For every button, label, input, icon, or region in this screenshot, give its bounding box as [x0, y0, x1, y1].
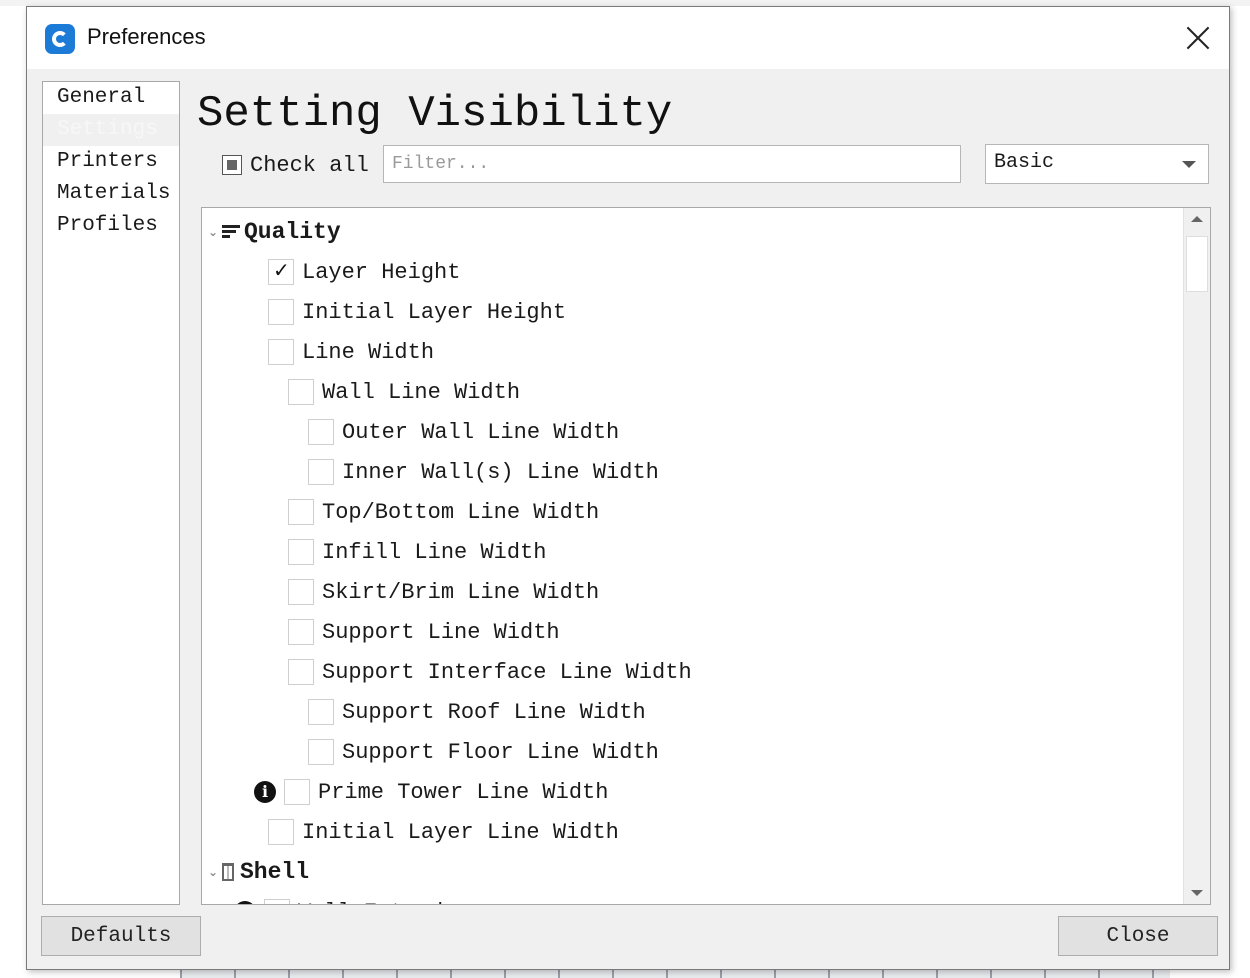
setting-label: Line Width	[302, 339, 435, 365]
setting-checkbox[interactable]	[308, 419, 334, 445]
page-title: Setting Visibility	[197, 89, 673, 139]
nav-item-general[interactable]: General	[43, 82, 179, 114]
setting-label: Inner Wall(s) Line Width	[342, 459, 659, 485]
preferences-dialog: Preferences General Settings Printers Ma…	[26, 6, 1230, 970]
window-title: Preferences	[87, 24, 206, 49]
setting-row[interactable]: Support Line Width	[288, 612, 560, 652]
category-label: Quality	[244, 219, 341, 245]
setting-row[interactable]: Support Interface Line Width	[288, 652, 692, 692]
setting-row[interactable]: Support Roof Line Width	[308, 692, 646, 732]
setting-label: Support Floor Line Width	[342, 739, 659, 765]
setting-row[interactable]: Infill Line Width	[288, 532, 546, 572]
close-window-icon[interactable]	[1181, 21, 1215, 55]
setting-label: Infill Line Width	[322, 539, 547, 565]
preset-selected-value: Basic	[994, 151, 1055, 174]
setting-row[interactable]: Layer Height	[268, 252, 460, 292]
setting-label: Outer Wall Line Width	[342, 419, 620, 445]
setting-label: Wall Extruder	[298, 900, 470, 905]
chevron-down-icon[interactable]: ⌄	[208, 225, 220, 239]
setting-row[interactable]: Initial Layer Line Width	[268, 812, 619, 852]
setting-label: Support Interface Line Width	[322, 659, 692, 685]
visibility-preset-dropdown[interactable]: Basic	[985, 144, 1209, 184]
setting-row[interactable]: Line Width	[268, 332, 434, 372]
preferences-nav: General Settings Printers Materials Prof…	[42, 81, 180, 905]
setting-row[interactable]: Outer Wall Line Width	[308, 412, 619, 452]
info-icon[interactable]: i	[234, 901, 256, 904]
setting-checkbox[interactable]	[268, 819, 294, 845]
setting-row[interactable]: Wall Line Width	[288, 372, 520, 412]
nav-item-profiles[interactable]: Profiles	[43, 210, 179, 242]
info-icon[interactable]: i	[254, 781, 276, 803]
category-label: Shell	[240, 859, 310, 885]
check-all-label: Check all	[250, 152, 369, 178]
setting-row[interactable]: Skirt/Brim Line Width	[288, 572, 599, 612]
check-all-checkbox[interactable]: Check all	[222, 149, 369, 181]
setting-row[interactable]: i Wall Extruder	[234, 892, 470, 905]
setting-label: Wall Line Width	[322, 379, 521, 405]
setting-label: Skirt/Brim Line Width	[322, 579, 600, 605]
setting-checkbox[interactable]	[264, 899, 290, 904]
setting-row[interactable]: Top/Bottom Line Width	[288, 492, 599, 532]
category-shell[interactable]: ⌄ Shell	[208, 852, 309, 892]
setting-label: Initial Layer Height	[302, 299, 567, 325]
scroll-down-icon[interactable]	[1184, 880, 1210, 904]
setting-label: Support Line Width	[322, 619, 560, 645]
setting-row[interactable]: i Prime Tower Line Width	[254, 772, 608, 812]
setting-checkbox[interactable]	[268, 299, 294, 325]
nav-item-printers[interactable]: Printers	[43, 146, 179, 178]
vertical-scrollbar[interactable]	[1183, 208, 1210, 904]
setting-checkbox[interactable]	[268, 339, 294, 365]
settings-tree: ⌄ Quality Layer Height Initial Layer Height…	[201, 207, 1211, 905]
setting-checkbox[interactable]	[288, 619, 314, 645]
setting-row[interactable]: Inner Wall(s) Line Width	[308, 452, 659, 492]
setting-checkbox[interactable]	[268, 258, 294, 285]
setting-checkbox[interactable]	[288, 659, 314, 685]
nav-item-materials[interactable]: Materials	[43, 178, 179, 210]
category-quality[interactable]: ⌄ Quality	[208, 212, 341, 252]
filter-input[interactable]	[383, 145, 961, 183]
setting-checkbox[interactable]	[288, 379, 314, 405]
setting-checkbox[interactable]	[308, 699, 334, 725]
chevron-down-icon[interactable]: ⌄	[208, 865, 220, 879]
setting-row[interactable]: Support Floor Line Width	[308, 732, 659, 772]
setting-checkbox[interactable]	[284, 779, 310, 805]
nav-item-settings[interactable]: Settings	[43, 114, 179, 146]
scroll-up-icon[interactable]	[1184, 208, 1210, 232]
defaults-button[interactable]: Defaults	[41, 916, 201, 956]
setting-row[interactable]: Initial Layer Height	[268, 292, 566, 332]
app-logo-icon	[45, 24, 75, 54]
setting-checkbox[interactable]	[288, 579, 314, 605]
setting-checkbox[interactable]	[288, 539, 314, 565]
setting-label: Support Roof Line Width	[342, 699, 646, 725]
quality-icon	[222, 225, 240, 239]
setting-label: Initial Layer Line Width	[302, 819, 619, 845]
setting-label: Layer Height	[302, 259, 461, 285]
setting-checkbox[interactable]	[288, 499, 314, 525]
chevron-down-icon	[1182, 161, 1196, 168]
close-button[interactable]: Close	[1058, 916, 1218, 956]
title-bar[interactable]: Preferences	[27, 7, 1229, 69]
setting-checkbox[interactable]	[308, 459, 334, 485]
scrollbar-thumb[interactable]	[1186, 236, 1208, 292]
setting-label: Top/Bottom Line Width	[322, 499, 600, 525]
shell-icon	[222, 863, 234, 881]
check-all-box[interactable]	[222, 155, 242, 175]
setting-checkbox[interactable]	[308, 739, 334, 765]
setting-label: Prime Tower Line Width	[318, 779, 609, 805]
